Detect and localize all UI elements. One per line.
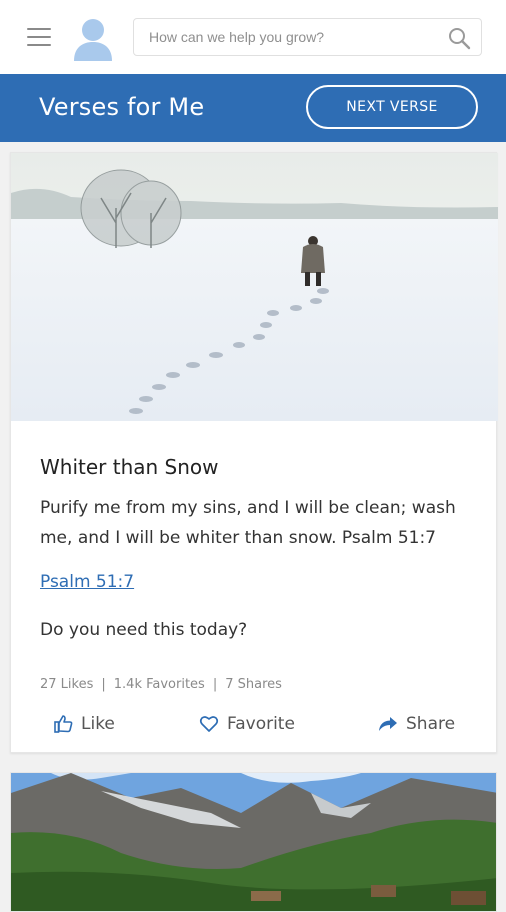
stats-separator: |	[212, 677, 218, 692]
next-verse-button[interactable]: NEXT VERSE	[306, 85, 478, 129]
shares-count: 7 Shares	[225, 677, 282, 692]
favorite-label: Favorite	[227, 714, 295, 734]
verse-card: Whiter than Snow Purify me from my sins,…	[10, 152, 498, 753]
search-box	[133, 18, 482, 56]
heart-icon	[199, 714, 219, 734]
verse-question: Do you need this today?	[40, 620, 248, 640]
verse-actions: Like Favorite Share	[11, 709, 498, 739]
next-verse-card-image	[10, 772, 497, 912]
share-label: Share	[406, 714, 456, 734]
verse-reference-link[interactable]: Psalm 51:7	[40, 572, 134, 592]
share-arrow-icon	[378, 714, 398, 734]
page-header: Verses for Me NEXT VERSE	[0, 74, 506, 142]
verse-stats: 27 Likes | 1.4k Favorites | 7 Shares	[40, 677, 282, 692]
like-button[interactable]: Like	[53, 709, 115, 739]
verse-text: Purify me from my sins, and I will be cl…	[40, 498, 456, 548]
user-avatar-icon[interactable]	[71, 17, 115, 61]
favorite-button[interactable]: Favorite	[199, 709, 295, 739]
verse-title: Whiter than Snow	[40, 455, 219, 479]
hamburger-menu-icon[interactable]	[27, 28, 51, 46]
search-input[interactable]	[134, 19, 434, 55]
top-bar	[0, 0, 506, 74]
page-title: Verses for Me	[39, 93, 205, 121]
share-button[interactable]: Share	[378, 709, 455, 739]
search-icon[interactable]	[447, 26, 471, 50]
verse-image	[11, 153, 498, 421]
favorites-count: 1.4k Favorites	[113, 677, 205, 692]
likes-count: 27 Likes	[40, 677, 94, 692]
like-label: Like	[81, 714, 115, 734]
stats-separator: |	[101, 677, 106, 692]
thumbs-up-icon	[53, 714, 73, 734]
